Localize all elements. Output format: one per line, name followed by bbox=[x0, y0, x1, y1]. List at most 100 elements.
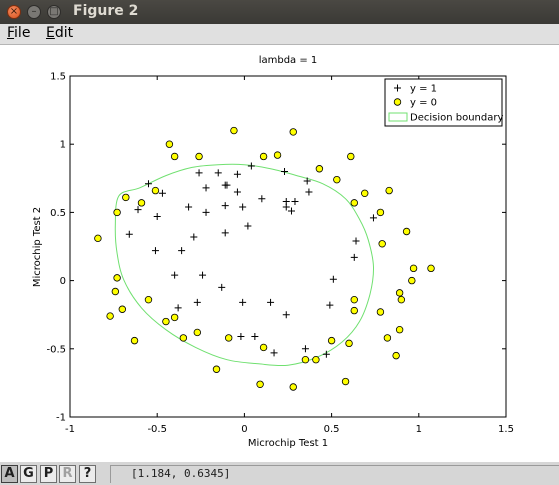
point-negative bbox=[195, 152, 203, 161]
y-tick-label: -0.5 bbox=[46, 344, 66, 355]
menu-file-rest: ile bbox=[14, 25, 31, 41]
point-negative bbox=[345, 339, 353, 348]
y-axis-label: Microchip Test 2 bbox=[32, 207, 43, 287]
point-negative bbox=[385, 186, 393, 195]
point-positive bbox=[221, 181, 229, 189]
point-positive bbox=[214, 169, 222, 177]
point-negative bbox=[94, 234, 102, 243]
close-icon[interactable]: × bbox=[7, 5, 21, 19]
rotate-button[interactable]: R bbox=[59, 465, 76, 483]
menu-edit-accelerator: E bbox=[46, 25, 55, 41]
point-negative bbox=[312, 356, 320, 364]
point-negative bbox=[347, 152, 355, 161]
point-positive bbox=[202, 184, 210, 192]
point-negative bbox=[170, 313, 179, 322]
point-positive bbox=[195, 169, 203, 177]
point-negative bbox=[392, 351, 400, 360]
point-negative bbox=[341, 377, 350, 386]
point-negative bbox=[256, 380, 264, 388]
point-positive bbox=[291, 197, 299, 205]
point-positive bbox=[282, 203, 290, 211]
point-positive bbox=[237, 333, 245, 341]
window-title: Figure 2 bbox=[73, 3, 139, 19]
point-negative bbox=[315, 165, 324, 173]
autoscale-button[interactable]: A bbox=[1, 465, 18, 483]
point-negative bbox=[301, 356, 310, 364]
point-positive bbox=[247, 162, 255, 170]
menu-edit[interactable]: Edit bbox=[46, 25, 73, 41]
legend-label: Decision boundary bbox=[410, 113, 503, 124]
x-tick-label: 0.5 bbox=[324, 424, 340, 435]
point-positive bbox=[199, 271, 207, 279]
point-negative bbox=[113, 274, 121, 282]
point-negative bbox=[402, 227, 411, 236]
point-positive bbox=[244, 222, 252, 230]
minimize-icon[interactable]: – bbox=[27, 5, 41, 19]
legend: y = 1 y = 0 Decision boundary bbox=[384, 78, 503, 127]
point-negative bbox=[170, 152, 179, 161]
menu-file-accelerator: F bbox=[7, 25, 15, 41]
pan-button[interactable]: P bbox=[40, 465, 57, 483]
axes-box bbox=[69, 75, 507, 418]
x-tick-label: 1 bbox=[416, 424, 422, 435]
grid-button[interactable]: G bbox=[20, 465, 37, 483]
menu-edit-rest: dit bbox=[54, 25, 74, 41]
maximize-icon[interactable]: □ bbox=[47, 5, 61, 19]
point-negative bbox=[162, 317, 170, 326]
point-negative bbox=[350, 306, 358, 315]
point-negative bbox=[273, 151, 282, 159]
point-negative bbox=[397, 295, 406, 304]
point-positive bbox=[151, 247, 159, 255]
x-tick-label: -0.5 bbox=[147, 424, 167, 435]
x-tick-label: 1.5 bbox=[498, 424, 514, 435]
y-tick-label: 0.5 bbox=[50, 208, 66, 219]
point-positive bbox=[221, 229, 229, 237]
point-negative bbox=[376, 208, 385, 217]
point-negative bbox=[106, 312, 114, 320]
point-positive bbox=[239, 203, 247, 211]
point-negative bbox=[395, 289, 404, 297]
x-axis-label: Microchip Test 1 bbox=[248, 438, 328, 449]
point-negative bbox=[179, 334, 188, 342]
point-negative bbox=[111, 287, 120, 296]
point-positive bbox=[251, 333, 259, 341]
point-negative bbox=[212, 365, 221, 373]
point-positive bbox=[326, 301, 334, 309]
point-positive bbox=[202, 208, 210, 216]
point-positive bbox=[158, 189, 166, 197]
point-negative bbox=[408, 276, 416, 285]
point-positive bbox=[125, 230, 133, 238]
point-negative bbox=[230, 126, 238, 135]
point-negative bbox=[122, 193, 130, 202]
point-negative bbox=[361, 189, 369, 198]
pointer-coordinates: [1.184, 0.6345] bbox=[110, 465, 559, 483]
point-positive bbox=[258, 195, 266, 203]
point-negative bbox=[151, 186, 160, 195]
points-layer bbox=[94, 126, 435, 391]
figure-toolbar: A G P R ? [1.184, 0.6345] bbox=[0, 463, 559, 485]
point-positive bbox=[185, 203, 193, 211]
point-negative bbox=[137, 199, 146, 207]
point-negative bbox=[327, 336, 336, 345]
point-positive bbox=[287, 207, 295, 215]
point-positive bbox=[153, 212, 161, 220]
decision-boundary-layer bbox=[114, 163, 375, 367]
legend-label: y = 0 bbox=[410, 98, 437, 109]
menu-bar: File Edit bbox=[0, 24, 559, 45]
point-negative bbox=[289, 383, 297, 391]
point-negative bbox=[289, 128, 297, 136]
point-positive bbox=[178, 247, 186, 255]
point-positive bbox=[218, 283, 226, 291]
figure-canvas[interactable]: -1 -0.5 0 0.5 1 1.5 1.5 1 0.5 0 -0.5 -1 lambda = 1 … bbox=[0, 45, 559, 462]
point-negative bbox=[165, 140, 174, 148]
point-positive bbox=[270, 349, 278, 357]
point-negative bbox=[383, 334, 392, 342]
x-tick-label: 0 bbox=[241, 424, 247, 435]
help-button[interactable]: ? bbox=[79, 465, 96, 483]
scatter-chart: -1 -0.5 0 0.5 1 1.51.510.50-0.5-1 lambda = 1 … bbox=[32, 55, 514, 449]
y-tick-label: 0 bbox=[60, 276, 66, 287]
y-tick-label: 1.5 bbox=[50, 72, 66, 83]
menu-file[interactable]: File bbox=[7, 25, 30, 41]
point-positive bbox=[267, 298, 275, 306]
point-negative bbox=[409, 264, 418, 273]
